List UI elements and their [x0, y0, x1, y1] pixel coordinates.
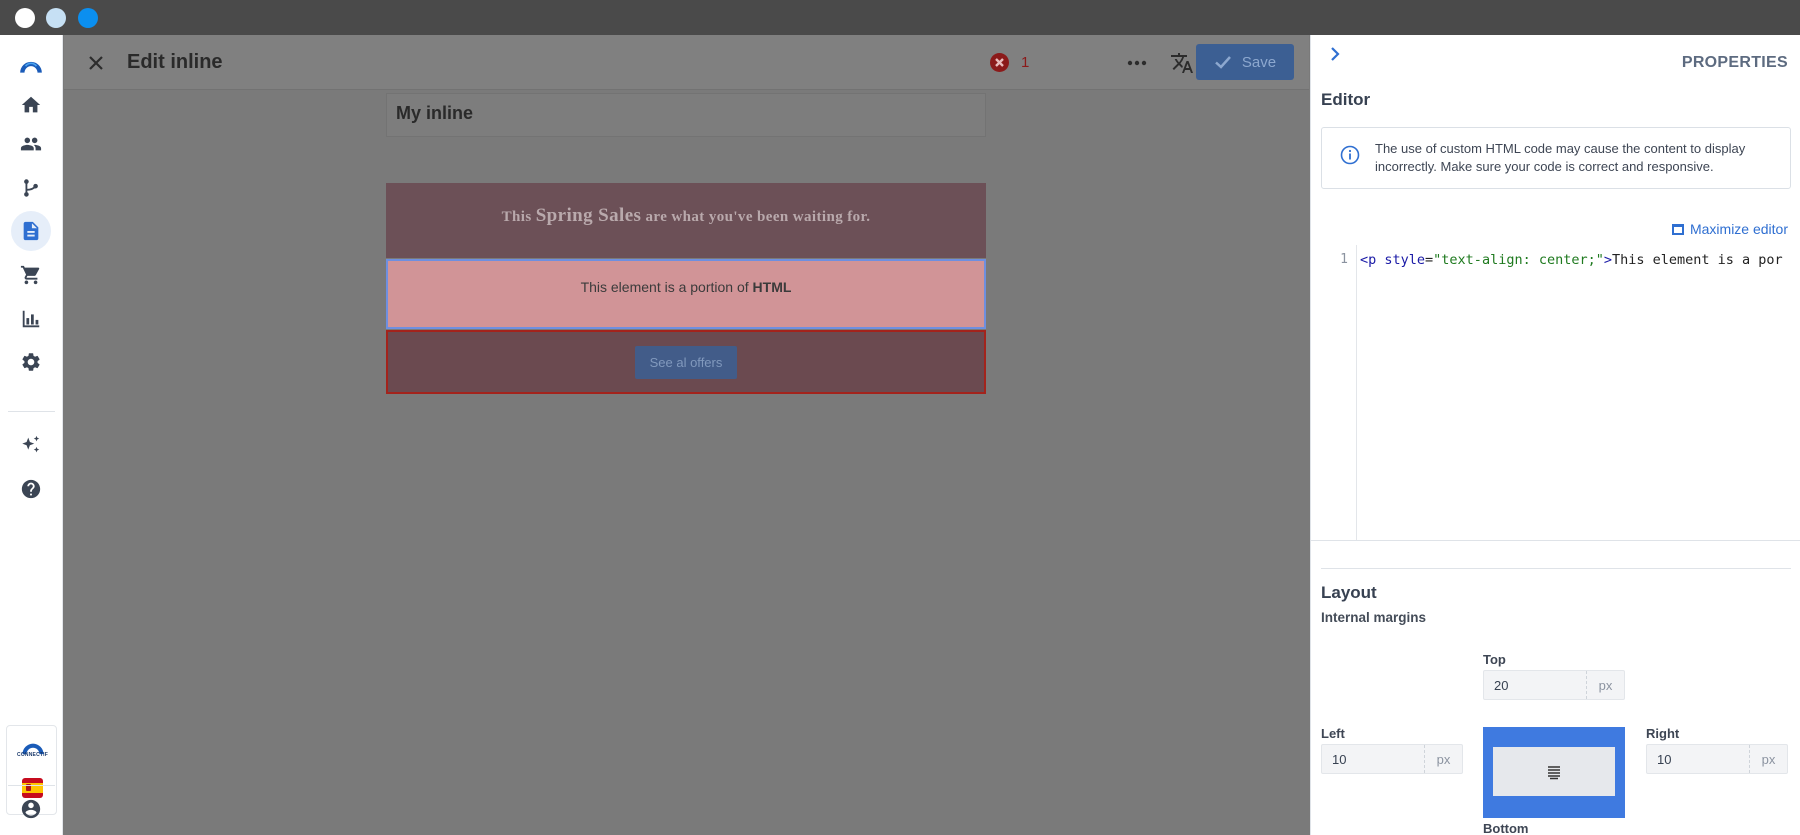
code-eq: = — [1425, 252, 1434, 268]
html-block-text-bold: HTML — [752, 279, 792, 295]
window-maximize-dot[interactable] — [78, 8, 98, 28]
banner-block[interactable]: This Spring Sales are what you've been w… — [386, 183, 986, 258]
close-icon[interactable] — [84, 51, 108, 75]
inline-name: My inline — [396, 103, 474, 123]
layout-section-title: Layout — [1321, 583, 1377, 602]
banner-text-suffix: are what you've been waiting for. — [641, 209, 871, 225]
code-tag-open: <p — [1360, 252, 1385, 268]
maximize-icon — [1671, 223, 1684, 235]
save-button[interactable]: Save — [1196, 44, 1294, 80]
button-block[interactable]: See al offers — [386, 330, 986, 394]
code-gutter: 1 — [1311, 245, 1357, 540]
window-titlebar — [0, 0, 1800, 35]
error-icon[interactable] — [990, 53, 1009, 72]
ai-sparkle-icon[interactable] — [11, 425, 51, 465]
home-icon[interactable] — [11, 85, 51, 125]
content-icon[interactable] — [11, 211, 51, 251]
nav-divider — [8, 411, 55, 412]
margin-left-label: Left — [1321, 726, 1345, 741]
settings-gear-icon[interactable] — [11, 342, 51, 382]
code-editor[interactable]: 1 <p style="text-align: center;">This el… — [1311, 245, 1800, 541]
info-icon — [1340, 145, 1360, 165]
editor-toolbar: Edit inline 1 Save — [64, 35, 1309, 90]
code-text: This element is a por — [1612, 252, 1783, 268]
banner-text-highlight: Spring Sales — [535, 205, 642, 226]
margin-preview — [1483, 727, 1625, 818]
window-close-dot[interactable] — [15, 8, 35, 28]
save-button-label: Save — [1241, 53, 1277, 71]
align-justify-icon — [1548, 765, 1560, 779]
code-line[interactable]: <p style="text-align: center;">This elem… — [1360, 252, 1783, 268]
more-options-icon[interactable] — [1123, 49, 1151, 77]
margin-right-input[interactable]: 10 px — [1646, 744, 1788, 774]
ecommerce-cart-icon[interactable] — [11, 255, 51, 295]
collapse-panel-chevron-icon[interactable] — [1326, 45, 1346, 65]
journeys-icon[interactable] — [11, 168, 51, 208]
contacts-icon[interactable] — [11, 124, 51, 164]
html-block-selected[interactable]: This element is a portion of HTML — [386, 259, 986, 329]
info-text: The use of custom HTML code may cause th… — [1375, 141, 1746, 174]
app-logo-icon[interactable] — [11, 44, 51, 84]
window-minimize-dot[interactable] — [46, 8, 66, 28]
margin-left-input[interactable]: 10 px — [1321, 744, 1463, 774]
user-account-icon[interactable] — [11, 789, 51, 829]
check-icon — [1215, 56, 1231, 69]
nav-divider-bottom — [8, 785, 55, 786]
left-navigation: CONNECTIF — [0, 35, 63, 835]
banner-text: This Spring Sales are what you've been w… — [386, 205, 986, 227]
html-block-text-prefix: This element is a portion of — [580, 279, 753, 295]
error-count[interactable]: 1 — [1021, 54, 1029, 71]
editor-section-title: Editor — [1321, 90, 1371, 109]
page-title: Edit inline — [127, 51, 223, 73]
code-attr: style — [1384, 252, 1426, 268]
panel-title: PROPERTIES — [1681, 54, 1788, 71]
margin-right-value: 10 — [1657, 752, 1672, 767]
inline-name-bar[interactable]: My inline — [386, 93, 986, 137]
maximize-editor-label: Maximize editor — [1689, 221, 1788, 237]
info-notice: The use of custom HTML code may cause th… — [1321, 127, 1791, 189]
margin-left-unit: px — [1424, 745, 1462, 773]
html-block-text: This element is a portion of HTML — [388, 279, 984, 295]
margin-preview-content — [1493, 747, 1615, 796]
margin-top-value: 20 — [1494, 678, 1509, 693]
margin-top-label: Top — [1483, 652, 1506, 667]
internal-margins-label: Internal margins — [1321, 610, 1427, 625]
translate-icon[interactable] — [1168, 49, 1196, 77]
line-number: 1 — [1340, 252, 1348, 267]
margin-top-unit: px — [1586, 671, 1624, 699]
code-tag-close: > — [1603, 252, 1612, 268]
margin-bottom-label: Bottom — [1483, 821, 1529, 835]
margin-right-label: Right — [1646, 726, 1680, 741]
section-divider — [1321, 568, 1791, 569]
code-attr-value: "text-align: center;" — [1433, 252, 1604, 268]
properties-panel: PROPERTIES Editor The use of custom HTML… — [1310, 35, 1800, 835]
maximize-editor-button[interactable]: Maximize editor — [1671, 221, 1788, 237]
analytics-icon[interactable] — [11, 299, 51, 339]
margin-right-unit: px — [1749, 745, 1787, 773]
see-all-offers-button[interactable]: See al offers — [635, 346, 737, 379]
margin-top-input[interactable]: 20 px — [1483, 670, 1625, 700]
brand-logo-text: CONNECTIF — [17, 752, 48, 758]
help-icon[interactable] — [11, 469, 51, 509]
margin-left-value: 10 — [1332, 752, 1347, 767]
banner-text-prefix: This — [501, 209, 536, 225]
